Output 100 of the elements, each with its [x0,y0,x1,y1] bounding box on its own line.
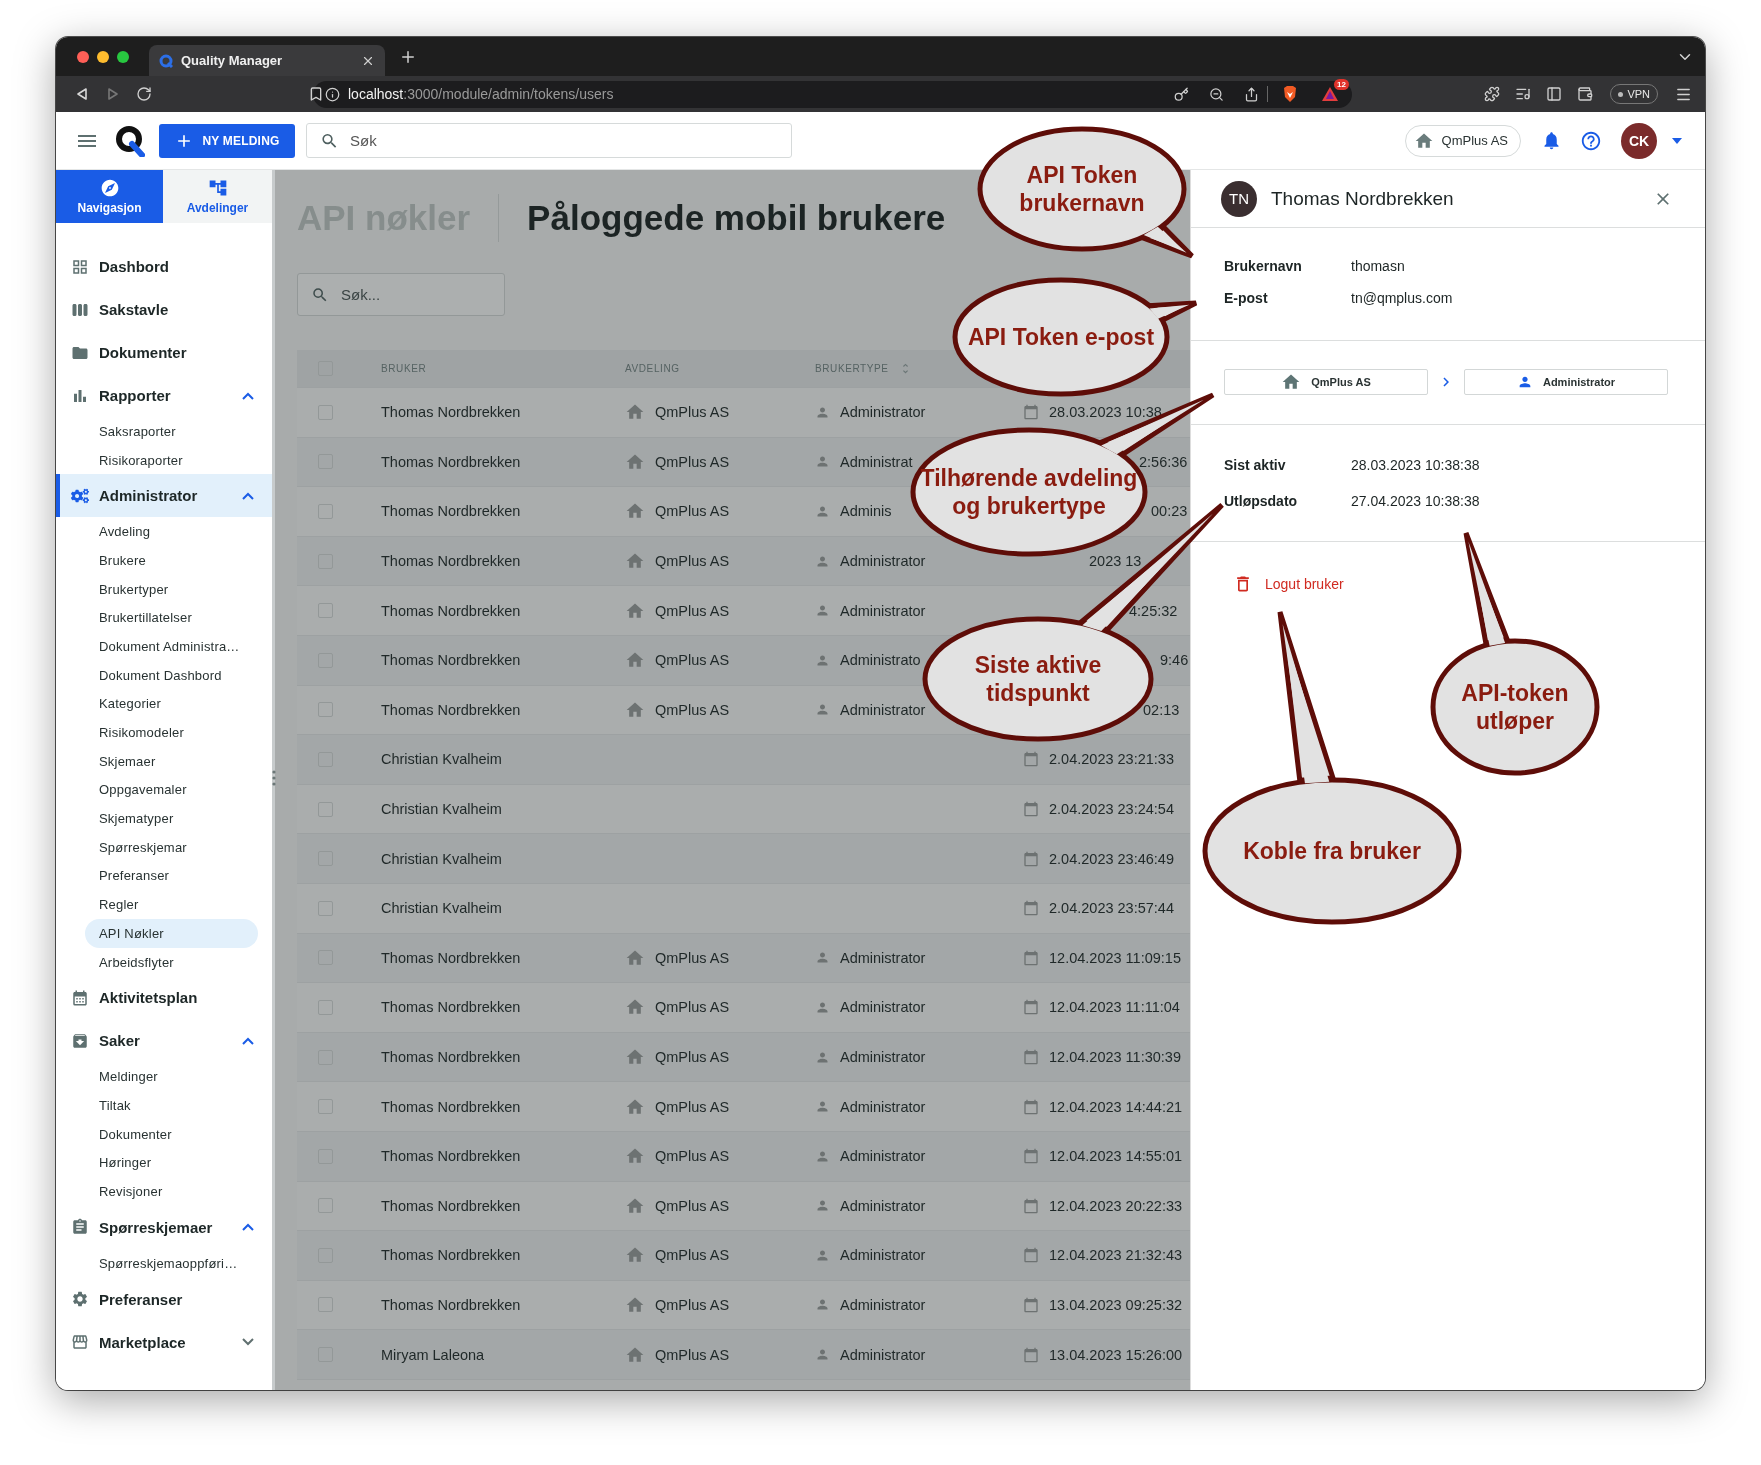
field-value: tn@qmplus.com [1351,290,1454,306]
field-value: thomasn [1351,258,1406,274]
home-icon [1281,372,1302,392]
forward-icon[interactable] [106,87,120,101]
window-close-button[interactable] [77,50,89,63]
playlist-icon[interactable] [1515,86,1532,102]
department-name: QmPlus AS [655,652,730,669]
department-chip[interactable]: QmPlus AS [1224,369,1428,395]
nav-subitem[interactable]: Spørreskjemaoppføri… [85,1248,258,1278]
nav-item[interactable]: Spørreskjemaer [56,1205,272,1249]
caret-down-icon[interactable] [1672,137,1682,144]
department-name: QmPlus AS [655,1098,730,1115]
nav-subitem[interactable]: Brukertyper [85,574,258,604]
nav-subitem[interactable]: Brukertillatelser [85,603,258,633]
user-type: Administrat [840,453,913,470]
zoom-out-icon[interactable] [1209,86,1224,102]
nav-subitem[interactable]: Risikoraporter [85,445,258,475]
nav-subitem[interactable]: Brukere [85,546,258,575]
nav-subitem[interactable]: Avdeling [85,517,258,547]
person-icon [815,1198,830,1214]
nav-subitem[interactable]: Skjemaer [85,746,258,776]
panel-title: Thomas Nordbrekken [1271,187,1455,210]
nav-subitem[interactable]: Regler [85,890,258,919]
user-name: Thomas Nordbrekken [381,652,521,669]
date-text: 12.04.2023 14:55:01 [1049,1148,1183,1165]
nav-subitem[interactable]: Dokument Dashbord [85,660,258,690]
user-avatar[interactable]: CK [1621,122,1657,159]
person-icon [815,1347,830,1363]
date-text: 28.03.2023 10:38 [1049,404,1162,421]
nav-item[interactable]: Administrator [56,474,272,518]
triangle-icon[interactable] [1321,86,1339,102]
browser-tab[interactable]: Quality Manager [149,45,385,76]
table-row[interactable]: Thomas Nordbrekken QmPlus AS Administrator 12.04.2023 11:09:15 [297,933,1190,984]
nav-item[interactable]: Saker [56,1019,272,1063]
user-type: Administrator [840,1098,926,1115]
sidebar-tab[interactable]: Navigasjon [56,170,163,223]
clipboard-icon [71,1218,89,1237]
nav-item[interactable]: Marketplace [56,1320,272,1364]
table-row[interactable]: Christian Kvalheim 2.04.2023 23:21:33 [297,735,1190,785]
table-row[interactable]: Thomas Nordbrekken QmPlus AS Administrator 12.04.2023 11:30:39 [297,1032,1190,1083]
nav-subitem[interactable]: API Nøkler [85,919,258,948]
nav-subitem[interactable]: Kategorier [85,689,258,719]
date-text: 4:25:32 [1129,602,1178,619]
nav-subitem[interactable]: Saksraporter [85,417,258,446]
nav-item[interactable]: Rapporter [56,374,272,417]
window-zoom-button[interactable] [117,50,129,63]
nav-item[interactable]: Aktivitetsplan [56,976,272,1020]
field-label: Brukernavn [1224,258,1303,274]
search-field[interactable]: Søk... [297,273,505,316]
nav-item[interactable]: Preferanser [56,1277,272,1321]
nav-subitem[interactable]: Revisjoner [85,1177,258,1206]
shield-icon[interactable] [1282,85,1298,103]
nav-subitem[interactable]: Oppgavemaler [85,775,258,805]
nav-item[interactable]: Dokumenter [56,331,272,374]
sidebar-tab[interactable]: Avdelinger [163,170,272,223]
home-icon [625,1047,645,1067]
nav-item[interactable]: Dashbord [56,245,272,288]
puzzle-icon[interactable] [1484,86,1501,102]
sidebar-icon[interactable] [1546,86,1563,102]
nav-subitem[interactable]: Dokumenter [85,1119,258,1149]
resize-handle-icon[interactable] [270,768,278,788]
nav-subitem[interactable]: Preferanser [85,861,258,891]
department-name: QmPlus AS [655,1148,730,1165]
table-row[interactable]: Christian Kvalheim 2.04.2023 23:46:49 [297,834,1190,884]
user-name: Thomas Nordbrekken [381,701,521,718]
help-icon[interactable] [1580,129,1602,152]
department-name: QmPlus AS [655,1346,730,1363]
field-label: E-post [1224,290,1269,306]
bookmark-icon[interactable] [308,86,324,102]
table-row[interactable]: Miryam Laleona QmPlus AS Administrator 13.04.2023 15:26:00 [297,1330,1190,1380]
nav-item[interactable]: Sakstavle [56,288,272,331]
user-name: Thomas Nordbrekken [381,602,521,619]
nav-subitem[interactable]: Skjematyper [85,804,258,833]
new-message-button[interactable]: NY MELDING [159,123,295,158]
user-name: Thomas Nordbrekken [381,949,521,966]
nav-subitem[interactable]: Dokument Administra… [85,632,258,661]
key-icon[interactable] [1174,86,1189,102]
back-icon[interactable] [75,87,89,101]
nav-subitem[interactable]: Spørreskjemar [85,832,258,862]
store-icon [71,1333,89,1351]
user-name: Thomas Nordbrekken [381,999,521,1016]
search-icon [311,285,329,304]
table-row[interactable]: Thomas Nordbrekken QmPlus AS Administrator 12.04.2023 21:32:43 [297,1231,1190,1281]
address-bar[interactable]: localhost:3000/module/admin/tokens/users 12 [313,80,1352,108]
nav-subitem[interactable]: Tiltak [85,1091,258,1120]
nav-subitem[interactable]: Høringer [85,1148,258,1178]
date-text: 2:56:36 [1139,453,1188,470]
date-text: 12.04.2023 11:11:04 [1049,999,1180,1016]
nav-subitem[interactable]: Meldinger [85,1062,258,1092]
user-type-chip[interactable]: Administrator [1464,369,1668,395]
user-type: Administrator [840,1197,926,1214]
wallet-icon[interactable] [1577,86,1594,102]
nav-subitem[interactable]: Arbeidsflyter [85,947,258,977]
user-name: Thomas Nordbrekken [381,1247,521,1264]
window-minimize-button[interactable] [97,50,109,63]
table-row[interactable]: Thomas Nordbrekken QmPlus AS Administrator 12.04.2023 14:55:01 [297,1131,1190,1182]
nav-subitem[interactable]: Risikomodeler [85,718,258,747]
share-icon[interactable] [1244,86,1259,102]
person-icon [815,504,830,519]
reload-icon[interactable] [136,86,152,102]
